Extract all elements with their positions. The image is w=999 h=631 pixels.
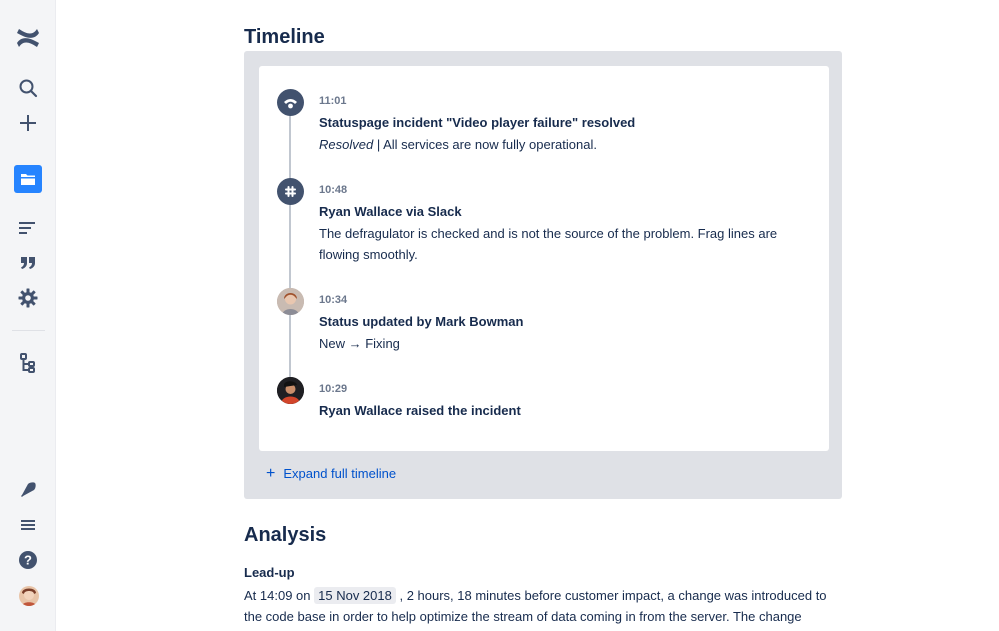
expand-timeline-button[interactable]: + Expand full timeline xyxy=(266,464,397,482)
lead-up-heading: Lead-up xyxy=(244,565,295,580)
timeline-title: Ryan Wallace via Slack xyxy=(319,204,462,219)
spaces-folder-icon[interactable] xyxy=(10,161,46,197)
confluence-logo[interactable] xyxy=(10,20,46,56)
date-lozenge[interactable]: 15 Nov 2018 xyxy=(314,587,396,604)
timeline-time: 11:01 xyxy=(319,95,347,107)
svg-text:?: ? xyxy=(24,553,32,568)
timeline-heading: Timeline xyxy=(244,26,325,48)
plus-icon: + xyxy=(266,464,276,482)
lead-up-paragraph: At 14:09 on 15 Nov 2018 , 2 hours, 18 mi… xyxy=(244,585,844,627)
slack-icon xyxy=(277,178,304,205)
timeline-description: The defragulator is checked and is not t… xyxy=(319,226,778,262)
status-resolved-label: Resolved xyxy=(319,137,374,152)
timeline-time: 10:29 xyxy=(319,383,348,395)
timeline-title: Ryan Wallace raised the incident xyxy=(319,403,521,418)
analysis-heading: Analysis xyxy=(244,524,327,546)
user-avatar[interactable] xyxy=(19,586,39,606)
quote-icon[interactable] xyxy=(10,245,46,281)
page-tree-icon[interactable] xyxy=(10,345,46,381)
timeline-connector xyxy=(289,106,291,398)
timeline-description: Resolved | All services are now fully op… xyxy=(319,134,819,155)
timeline-title: Status updated by Mark Bowman xyxy=(319,314,524,329)
gear-icon[interactable] xyxy=(10,280,46,316)
search-icon[interactable] xyxy=(10,70,46,106)
ryan-wallace-avatar xyxy=(277,377,304,404)
timeline-panel: 11:01 Statuspage incident "Video player … xyxy=(244,51,842,499)
paragraph-text: At 14:09 on xyxy=(244,588,315,603)
timeline-card: 11:01 Statuspage incident "Video player … xyxy=(259,66,829,451)
timeline-title: Statuspage incident "Video player failur… xyxy=(319,115,636,130)
timeline-time: 10:48 xyxy=(319,184,348,196)
hamburger-icon[interactable] xyxy=(10,507,46,543)
help-icon[interactable]: ? xyxy=(10,542,46,578)
global-sidebar: ? xyxy=(0,0,56,631)
timeline-description: New → Fixing xyxy=(319,336,400,351)
timeline-time: 10:34 xyxy=(319,294,348,306)
mark-bowman-avatar xyxy=(277,288,304,315)
menu-lines-icon[interactable] xyxy=(10,210,46,246)
create-plus-icon[interactable] xyxy=(10,105,46,141)
timeline-description-text: | All services are now fully operational… xyxy=(373,137,597,152)
statuspage-icon xyxy=(277,89,304,116)
expand-timeline-label: Expand full timeline xyxy=(283,466,397,481)
sidebar-divider xyxy=(12,330,45,331)
notification-icon[interactable] xyxy=(10,472,46,508)
